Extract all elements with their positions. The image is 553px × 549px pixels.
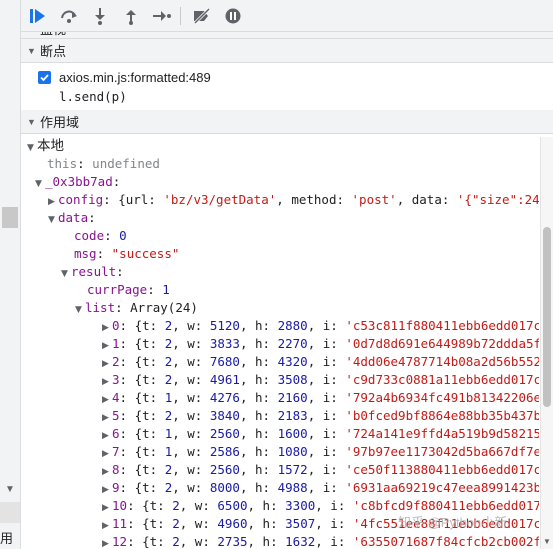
property-value: 1: [162, 282, 170, 297]
list-index: 0: [112, 318, 120, 333]
breakpoint-checkbox[interactable]: [38, 71, 51, 84]
list-index: 10: [112, 498, 128, 513]
list-item[interactable]: ▶ 4: {t: 1, w: 4276, h: 2160, i: '792a4b6…: [102, 389, 539, 409]
list-item[interactable]: ▶ 7: {t: 1, w: 2586, h: 1080, i: '97b97ee…: [102, 443, 539, 463]
list-index: 5: [112, 408, 120, 423]
list-index: 11: [112, 516, 128, 531]
left-panel-tab[interactable]: [0, 502, 20, 523]
property-key: _0x3bb7ad: [45, 174, 113, 189]
list-item[interactable]: ▶ 2: {t: 2, w: 7680, h: 4320, i: '4dd06e4…: [102, 353, 539, 373]
left-scrollbar-thumb[interactable]: [2, 207, 18, 228]
list-item[interactable]: ▶ 9: {t: 2, w: 8000, h: 4988, i: '6931aa6…: [102, 479, 539, 499]
property-key: msg: [74, 246, 97, 261]
list-index: 9: [112, 480, 120, 495]
expand-triangle-icon: ▼: [35, 179, 42, 189]
breakpoints-section-header[interactable]: ▼ 断点: [21, 39, 553, 63]
breakpoints-section-label: 断点: [40, 44, 67, 59]
list-item[interactable]: ▶ 6: {t: 1, w: 2560, h: 1600, i: '724a141…: [102, 425, 539, 445]
local-scope-label: 本地: [37, 138, 64, 153]
expand-triangle-icon: ▼: [27, 116, 36, 127]
scope-scrollbar[interactable]: ▼: [540, 137, 553, 549]
list-index: 8: [112, 462, 120, 477]
expand-triangle-icon: ▼: [75, 305, 82, 315]
pause-on-exceptions-icon[interactable]: [219, 2, 247, 30]
list-item[interactable]: ▶ 8: {t: 2, w: 2560, h: 1572, i: 'ce50f11…: [102, 461, 539, 481]
step-icon[interactable]: [148, 2, 176, 30]
list-index: 4: [112, 390, 120, 405]
scope-section-header[interactable]: ▼ 作用域: [21, 110, 553, 134]
property-key: this: [47, 156, 78, 171]
breakpoint-code: l.send(p): [59, 89, 127, 104]
chevron-down-icon[interactable]: ▼: [5, 484, 15, 495]
list-index: 1: [112, 336, 120, 351]
msg-row[interactable]: msg: "success": [74, 245, 179, 263]
left-panel-gutter: ▼ 用: [0, 0, 21, 549]
property-key: currPage: [87, 282, 148, 297]
chevron-down-icon[interactable]: ▼: [543, 537, 551, 546]
resume-icon[interactable]: [24, 2, 52, 30]
list-index: 12: [112, 534, 128, 549]
property-key: list: [85, 300, 116, 315]
local-scope-row[interactable]: ▼ 本地: [27, 137, 64, 157]
list-item[interactable]: ▶ 0: {t: 2, w: 5120, h: 2880, i: 'c53c811…: [102, 317, 539, 337]
watermark: 知乎 @Python小新: [398, 515, 508, 530]
property-key: result: [71, 264, 117, 279]
toolbar-divider: [180, 6, 181, 25]
property-key: data: [58, 210, 89, 225]
list-index: 2: [112, 354, 120, 369]
list-item[interactable]: ▶ 3: {t: 2, w: 4961, h: 3508, i: 'c9d733c…: [102, 371, 539, 391]
property-value: "success": [111, 246, 180, 261]
property-key: config: [58, 192, 104, 207]
step-into-icon[interactable]: [86, 2, 114, 30]
expand-triangle-icon: ▼: [27, 143, 34, 153]
debugger-toolbar: [21, 0, 553, 32]
scope-section-label: 作用域: [40, 115, 80, 130]
list-item[interactable]: ▶ 1: {t: 2, w: 3833, h: 2270, i: '0d7d8d6…: [102, 335, 539, 355]
step-out-icon[interactable]: [117, 2, 145, 30]
this-row[interactable]: this: undefined: [47, 155, 160, 173]
deactivate-breakpoints-icon[interactable]: [188, 2, 216, 30]
breakpoint-item[interactable]: axios.min.js:formatted:489 l.send(p): [21, 66, 553, 110]
scrollbar-thumb[interactable]: [543, 227, 551, 407]
list-index: 3: [112, 372, 120, 387]
watch-section-header[interactable]: 监视: [21, 32, 553, 39]
expand-triangle-icon: ▼: [61, 269, 68, 279]
list-item[interactable]: ▶ 5: {t: 2, w: 3840, h: 2183, i: 'b0fced9…: [102, 407, 539, 427]
left-panel-label: 用: [0, 531, 14, 546]
data-row[interactable]: ▼ data:: [48, 209, 96, 229]
watch-section-label: 监视: [40, 32, 66, 38]
expand-triangle-icon: ▶: [102, 539, 109, 549]
expand-triangle-icon: ▼: [27, 45, 36, 56]
step-over-icon[interactable]: [55, 2, 83, 30]
result-row[interactable]: ▼ result:: [61, 263, 124, 283]
property-value: undefined: [92, 156, 160, 171]
list-row[interactable]: ▼ list: Array(24): [75, 299, 198, 319]
code-row[interactable]: code: 0: [74, 227, 127, 245]
list-index: 6: [112, 426, 120, 441]
config-row[interactable]: ▶ config: {url: 'bz/v3/getData', method: …: [48, 191, 539, 211]
list-index: 7: [112, 444, 120, 459]
currpage-row[interactable]: currPage: 1: [87, 281, 170, 299]
property-key: code: [74, 228, 105, 243]
expand-triangle-icon: ▼: [48, 215, 55, 225]
list-item[interactable]: ▶ 12: {t: 2, w: 2735, h: 1632, i: '635507…: [102, 533, 539, 549]
object-row[interactable]: ▼ _0x3bb7ad:: [35, 173, 120, 193]
breakpoint-location[interactable]: axios.min.js:formatted:489: [59, 70, 211, 85]
property-value: 0: [119, 228, 127, 243]
scope-tree: ▼ 本地 this: undefined ▼ _0x3bb7ad: ▶ config:…: [21, 137, 539, 549]
